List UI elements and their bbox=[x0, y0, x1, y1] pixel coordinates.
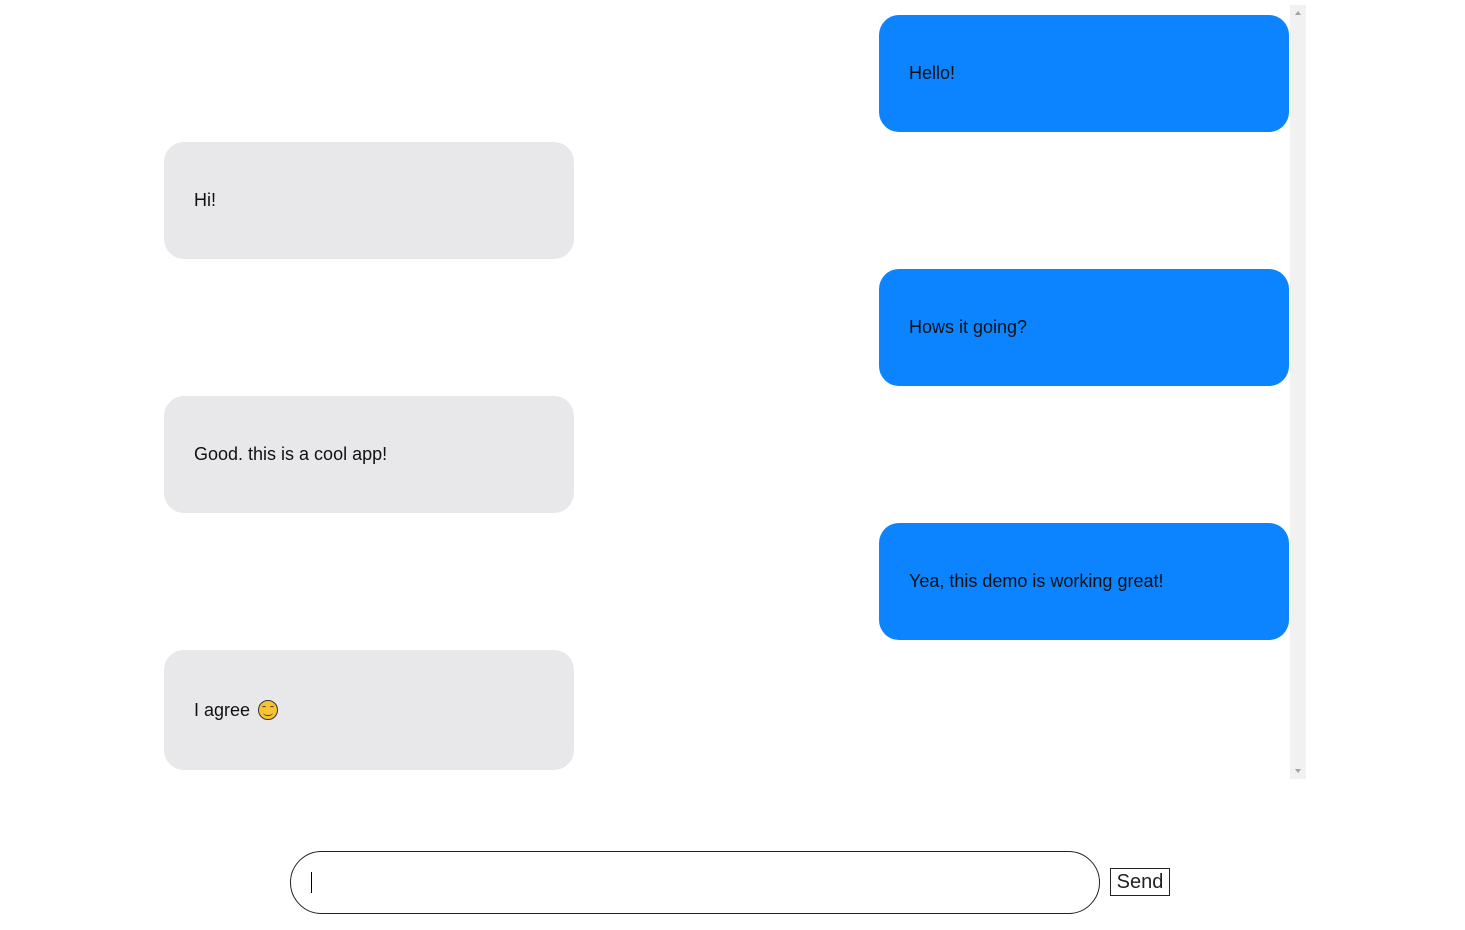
message-text: Yea, this demo is working great! bbox=[909, 571, 1164, 591]
message-composer: Send bbox=[290, 851, 1170, 914]
scroll-up-arrow-icon[interactable] bbox=[1290, 5, 1306, 21]
message-incoming: Hi! bbox=[164, 142, 574, 259]
smiling-face-emoji-icon bbox=[258, 700, 279, 720]
message-list: Hello! Hi! Hows it going? Good. this is … bbox=[160, 5, 1290, 779]
message-text: I agree bbox=[194, 699, 251, 720]
message-text: Hows it going? bbox=[909, 317, 1028, 337]
chat-window: Hello! Hi! Hows it going? Good. this is … bbox=[160, 5, 1306, 779]
text-cursor bbox=[311, 872, 312, 893]
message-text: Hello! bbox=[909, 63, 956, 83]
message-incoming: I agree bbox=[164, 650, 574, 770]
message-outgoing: Hows it going? bbox=[879, 269, 1289, 386]
message-input[interactable] bbox=[290, 851, 1100, 914]
message-incoming: Good. this is a cool app! bbox=[164, 396, 574, 513]
message-text: Good. this is a cool app! bbox=[194, 444, 388, 464]
messages-scrollbar[interactable] bbox=[1290, 5, 1306, 779]
scroll-down-arrow-icon[interactable] bbox=[1290, 763, 1306, 779]
message-text: Hi! bbox=[194, 190, 216, 210]
message-outgoing: Yea, this demo is working great! bbox=[879, 523, 1289, 640]
message-outgoing: Hello! bbox=[879, 15, 1289, 132]
send-button[interactable]: Send bbox=[1110, 868, 1170, 896]
